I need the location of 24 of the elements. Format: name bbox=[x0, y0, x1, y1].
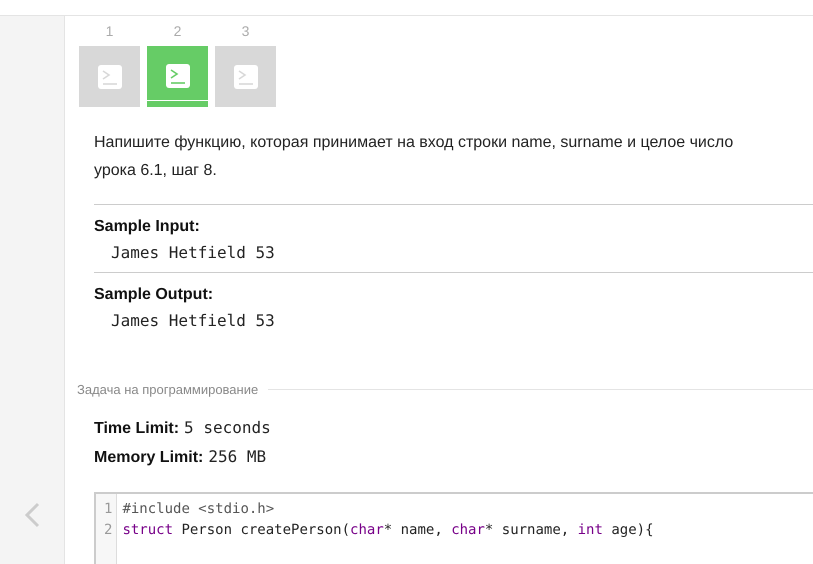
line-number: 2 bbox=[104, 521, 112, 540]
terminal-icon bbox=[232, 64, 258, 90]
line-number: 1 bbox=[104, 500, 112, 519]
step-number: 3 bbox=[242, 23, 250, 40]
section-title: Задача на программирование bbox=[77, 382, 258, 397]
sample-label: Sample Input: bbox=[94, 217, 201, 237]
step-number: 2 bbox=[174, 23, 182, 40]
step-tab[interactable] bbox=[215, 46, 276, 107]
code-editor[interactable]: 1 2 #include <stdio.h> struct Person createPerson(char* name, char* surname, int age){ bbox=[94, 492, 813, 564]
step-tab[interactable] bbox=[147, 46, 208, 107]
sample-label: Sample Output: bbox=[94, 285, 214, 305]
step-tab[interactable] bbox=[79, 46, 140, 107]
terminal-icon bbox=[164, 62, 190, 88]
sample-value: James Hetfield 53 bbox=[111, 242, 276, 264]
limit-label: Time Limit: bbox=[94, 419, 180, 439]
sample-value: James Hetfield 53 bbox=[111, 310, 276, 332]
code-line: struct Person createPerson(char* name, char* surname, int age){ bbox=[122, 521, 654, 540]
step-number: 1 bbox=[106, 23, 114, 40]
terminal-icon bbox=[96, 64, 122, 90]
limit-value: 256 MB bbox=[208, 446, 266, 468]
limit-value: 5 seconds bbox=[184, 417, 271, 439]
task-description: Напишите функцию, которая принимает на вход строки name, surname и целое число урока 6.1, шаг 8. bbox=[94, 133, 734, 181]
code-line: #include <stdio.h> bbox=[122, 500, 276, 519]
limit-label: Memory Limit: bbox=[94, 448, 204, 468]
